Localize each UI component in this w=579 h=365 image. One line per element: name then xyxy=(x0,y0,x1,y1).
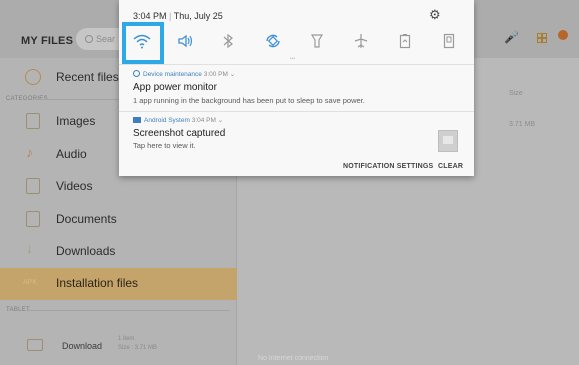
chevron-down-icon[interactable]: ⌄ xyxy=(218,117,223,124)
tablet-folder-download[interactable]: Download 1 item Size : 3.71 MB xyxy=(0,330,237,360)
notification-shade: 3:04 PM | Thu, July 25 ⚙ ••• Device main… xyxy=(119,0,474,176)
quick-toggle-auto-rotate[interactable] xyxy=(253,28,293,58)
status-datetime: 3:04 PM | Thu, July 25 xyxy=(133,11,223,21)
status-date: Thu, July 25 xyxy=(173,11,223,21)
screenshot-thumbnail[interactable] xyxy=(438,130,458,152)
device-maintenance-icon xyxy=(133,70,140,77)
speaker-icon xyxy=(178,34,193,48)
apk-icon: APK xyxy=(23,279,38,286)
wifi-highlight-box xyxy=(122,22,164,64)
folder-size: Size : 3.71 MB xyxy=(118,345,158,351)
notification-device-maintenance[interactable]: Device maintenance 3:00 PM ⌄ App power m… xyxy=(119,64,474,111)
notification-app-name: Device maintenance xyxy=(143,71,202,78)
sidebar-item-installation-files[interactable]: APK Installation files xyxy=(0,268,237,300)
sidebar-item-label: Documents xyxy=(56,212,117,226)
microphone-icon[interactable]: 🎤 xyxy=(504,30,519,44)
notification-app-name: Android System xyxy=(144,117,190,124)
sidebar-item-label: Videos xyxy=(56,179,93,193)
notification-time-value: 3:00 PM xyxy=(203,71,228,78)
quick-toggle-sound[interactable] xyxy=(166,28,206,58)
page-indicator: ••• xyxy=(290,56,296,62)
folder-label: Download xyxy=(62,341,103,351)
section-header-tablet: TABLET xyxy=(6,307,31,313)
sidebar-item-label: Images xyxy=(56,114,96,128)
notification-time: 3:00 PM xyxy=(204,71,228,78)
connection-status: No Internet connection xyxy=(258,355,329,362)
sidebar-item-label: Downloads xyxy=(56,244,116,258)
battery-icon xyxy=(399,34,411,49)
notification-badge-icon[interactable] xyxy=(558,30,568,40)
rotate-icon xyxy=(266,34,280,48)
quick-toggle-bluetooth[interactable] xyxy=(208,28,248,58)
clock-icon xyxy=(25,69,41,85)
video-icon xyxy=(26,178,40,194)
flashlight-icon xyxy=(310,34,324,48)
quick-toggle-power-saving[interactable] xyxy=(385,28,425,58)
notification-time: 3:04 PM xyxy=(192,117,216,124)
divider xyxy=(28,310,230,311)
file-size-value: 3.71 MB xyxy=(509,121,536,128)
sidebar-item-downloads[interactable]: ↓ Downloads xyxy=(0,236,237,268)
gear-icon[interactable]: ⚙ xyxy=(429,8,441,21)
quick-toggle-airplane[interactable] xyxy=(341,28,381,58)
notification-app-line: Device maintenance 3:00 PM ⌄ xyxy=(133,70,235,78)
image-icon xyxy=(133,117,141,123)
status-time: 3:04 PM xyxy=(133,11,167,21)
toolbar-actions: 🎤 xyxy=(490,30,579,48)
folder-item-count: 1 item xyxy=(118,336,135,342)
image-icon xyxy=(26,113,40,129)
search-icon xyxy=(85,35,93,43)
download-icon: ↓ xyxy=(26,240,33,256)
blue-light-icon xyxy=(443,33,455,49)
airplane-icon xyxy=(354,34,368,48)
size-column-header: Size xyxy=(509,90,523,97)
notification-settings-button[interactable]: NOTIFICATION SETTINGS xyxy=(343,163,433,170)
sidebar-item-label: Installation files xyxy=(56,276,139,290)
folder-icon xyxy=(27,339,43,351)
app-title: MY FILES xyxy=(21,35,74,47)
bluetooth-icon xyxy=(223,33,233,49)
sidebar-item-label: Audio xyxy=(56,147,87,161)
document-icon xyxy=(26,211,40,227)
grid-view-icon[interactable] xyxy=(537,33,547,43)
quick-toggle-flashlight[interactable] xyxy=(297,28,337,58)
notification-title: App power monitor xyxy=(133,82,217,93)
notification-time-value: 3:04 PM xyxy=(191,117,216,124)
music-note-icon: ♪ xyxy=(26,144,33,160)
folder-meta: 1 item Size : 3.71 MB xyxy=(118,335,157,353)
clear-button[interactable]: CLEAR xyxy=(438,163,463,170)
sidebar-item-documents[interactable]: Documents xyxy=(0,204,237,236)
quick-toggle-blue-light-filter[interactable] xyxy=(429,28,469,58)
notification-screenshot[interactable]: Android System 3:04 PM ⌄ Screenshot capt… xyxy=(119,111,474,157)
notification-body: Tap here to view it. xyxy=(133,141,196,150)
chevron-down-icon[interactable]: ⌄ xyxy=(230,71,235,78)
search-placeholder: Sear xyxy=(96,34,116,44)
sidebar-item-label: Recent files xyxy=(56,70,119,84)
notification-body: 1 app running in the background has been… xyxy=(133,96,365,105)
notification-app-line: Android System 3:04 PM ⌄ xyxy=(133,116,223,124)
notification-title: Screenshot captured xyxy=(133,128,226,139)
